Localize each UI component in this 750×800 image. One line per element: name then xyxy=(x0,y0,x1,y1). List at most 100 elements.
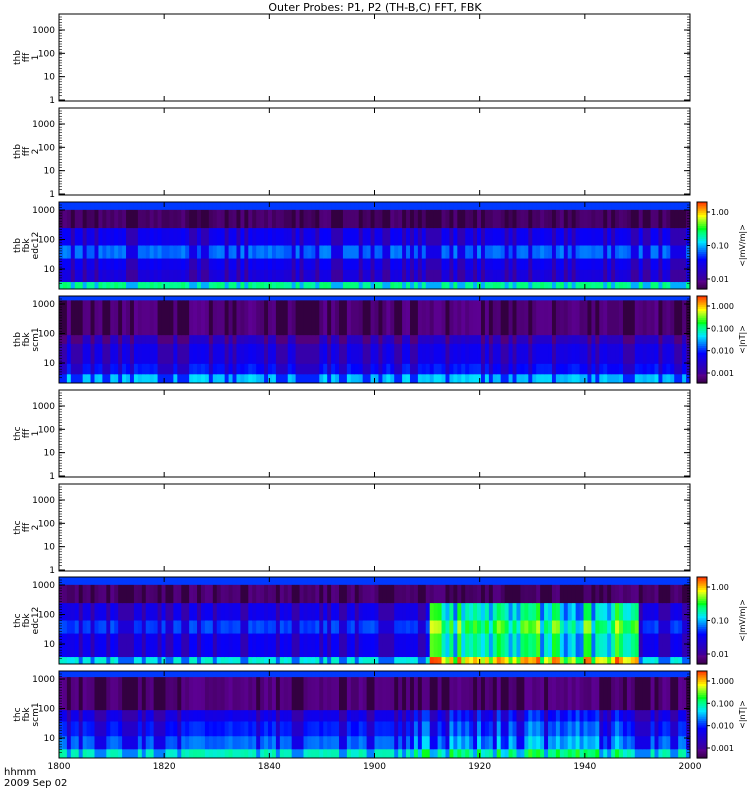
spectrogram-cell xyxy=(271,671,277,678)
spectrogram-cell xyxy=(153,644,159,658)
spectrogram-cell xyxy=(626,300,632,336)
spectrogram-cell xyxy=(342,300,348,336)
spectrogram-cell xyxy=(216,202,222,211)
spectrogram-cell xyxy=(520,603,525,621)
spectrogram-cell xyxy=(240,671,245,678)
spectrogram-cell xyxy=(335,577,340,586)
spectrogram-cell xyxy=(342,209,348,229)
spectrogram-cell xyxy=(366,269,372,283)
spectrogram-cell xyxy=(425,577,431,586)
spectrogram-cell xyxy=(469,677,474,711)
spectrogram-cell xyxy=(453,374,458,384)
spectrogram-cell xyxy=(126,363,131,375)
spectrogram-cell xyxy=(366,671,372,678)
spectrogram-cell xyxy=(118,269,123,283)
spectrogram-cell xyxy=(484,245,490,260)
spectrogram-cell xyxy=(354,269,360,283)
spectrogram-cell xyxy=(358,671,364,678)
spectrogram-cell xyxy=(421,603,427,621)
spectrogram-cell xyxy=(291,209,297,229)
spectrogram-cell xyxy=(354,296,360,301)
spectrogram-cell xyxy=(642,633,648,646)
spectrogram-cell xyxy=(232,258,238,271)
spectrogram-cell xyxy=(264,374,269,384)
spectrogram-cell xyxy=(634,363,640,375)
spectrogram-cell xyxy=(646,282,652,290)
spectrogram-cell xyxy=(658,749,663,759)
spectrogram-cell xyxy=(145,269,151,283)
spectrogram-cell xyxy=(307,721,312,737)
spectrogram-cell xyxy=(682,577,687,586)
spectrogram-cell xyxy=(165,282,171,290)
spectrogram-cell xyxy=(94,363,100,375)
spectrogram-cell xyxy=(244,603,249,621)
spectrogram-cell xyxy=(240,209,245,229)
spectrogram-cell xyxy=(102,721,107,737)
spectrogram-cell xyxy=(654,644,660,658)
spectrogram-cell xyxy=(240,282,245,290)
spectrogram-cell xyxy=(650,258,656,271)
spectrogram-cell xyxy=(331,633,336,646)
spectrogram-cell xyxy=(291,644,297,658)
spectrogram-cell xyxy=(366,644,372,658)
spectrogram-cell xyxy=(488,721,494,737)
spectrogram-cell xyxy=(520,657,525,665)
spectrogram-cell xyxy=(279,721,285,737)
spectrogram-cell xyxy=(544,644,549,658)
spectrogram-cell xyxy=(358,603,364,621)
spectrogram-cell xyxy=(173,657,178,665)
spectrogram-cell xyxy=(311,584,316,604)
spectrogram-cell xyxy=(650,202,656,211)
spectrogram-cell xyxy=(579,657,585,665)
spectrogram-cell xyxy=(654,710,660,722)
spectrogram-cell xyxy=(603,633,608,646)
spectrogram-cell xyxy=(496,749,502,759)
spectrogram-cell xyxy=(220,736,226,750)
spectrogram-cell xyxy=(642,245,648,260)
spectrogram-cell xyxy=(583,620,589,635)
spectrogram-cell xyxy=(204,736,210,750)
spectrogram-cell xyxy=(157,603,163,621)
spectrogram-cell xyxy=(567,228,573,246)
spectrogram-cell xyxy=(70,209,76,229)
spectrogram-cell xyxy=(536,620,541,635)
spectrogram-cell xyxy=(339,620,344,635)
spectrogram-cell xyxy=(181,620,186,635)
spectrogram-cell xyxy=(670,710,675,722)
spectrogram-cell xyxy=(366,335,372,345)
spectrogram-cell xyxy=(185,202,190,211)
spectrogram-cell xyxy=(449,258,454,271)
spectrogram-cell xyxy=(445,282,451,290)
spectrogram-cell xyxy=(303,363,309,375)
spectrogram-cell xyxy=(240,202,245,211)
spectrogram-cell xyxy=(181,710,186,722)
spectrogram-cell xyxy=(212,584,218,604)
spectrogram-cell xyxy=(611,577,616,586)
spectrogram-cell xyxy=(682,269,687,283)
spectrogram-cell xyxy=(82,620,88,635)
y-label-line: edc12 xyxy=(31,607,41,635)
spectrogram-cell xyxy=(177,584,182,604)
spectrogram-cell xyxy=(630,721,636,737)
spectrogram-cell xyxy=(86,245,92,260)
spectrogram-cell xyxy=(122,209,127,229)
spectrogram-cell xyxy=(642,677,648,711)
spectrogram-cell xyxy=(208,296,214,301)
spectrogram-cell xyxy=(169,374,174,384)
spectrogram-cell xyxy=(587,335,592,345)
spectrogram-cell xyxy=(429,671,435,678)
spectrogram-cell xyxy=(374,202,380,211)
spectrogram-cell xyxy=(244,209,249,229)
spectrogram-cell xyxy=(295,269,301,283)
spectrogram-cell xyxy=(327,644,332,658)
spectrogram-cell xyxy=(110,363,115,375)
spectrogram-cell xyxy=(654,721,660,737)
spectrogram-cell xyxy=(595,282,600,290)
spectrogram-cell xyxy=(220,710,226,722)
spectrogram-cell xyxy=(193,363,198,375)
spectrogram-cell xyxy=(295,620,301,635)
spectrogram-cell xyxy=(382,258,387,271)
spectrogram-cell xyxy=(366,603,372,621)
spectrogram-cell xyxy=(62,202,68,211)
spectrogram-cell xyxy=(319,710,324,722)
